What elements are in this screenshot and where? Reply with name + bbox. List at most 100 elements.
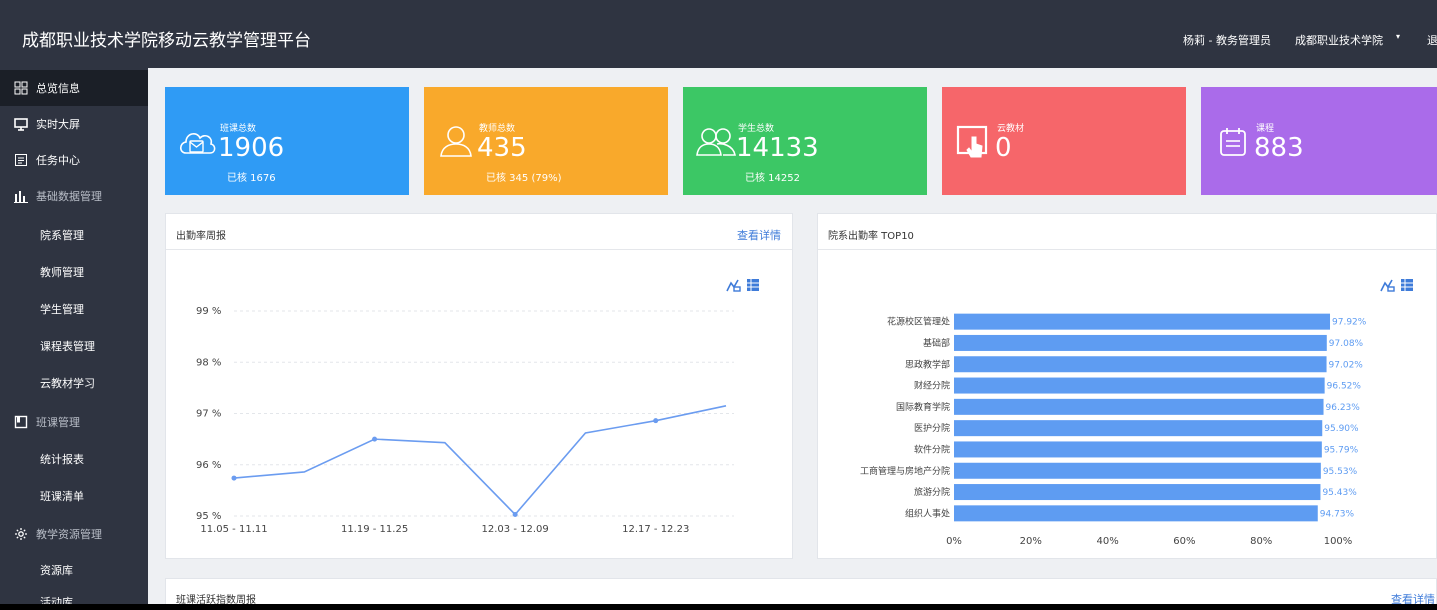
y-tick-label: 96 % xyxy=(196,460,221,471)
stat-card-courses[interactable]: 课程 883 xyxy=(1201,87,1437,195)
user-menu[interactable]: 杨莉 - 教务管理员 xyxy=(1183,32,1271,48)
school-selector[interactable]: 成都职业技术学院 xyxy=(1295,32,1383,48)
category-label: 思政教学部 xyxy=(905,358,950,370)
sidebar-item-resource-library[interactable]: 资源库 xyxy=(0,552,148,588)
value-label: 97.08% xyxy=(1329,339,1364,349)
attendance-weekly-panel: 出勤率周报 查看详情 95 % 96 % 97 % 98 % 99 % 11.05 - 1… xyxy=(165,213,793,559)
value-label: 95.43% xyxy=(1322,488,1357,498)
stat-sub: 已核 1676 xyxy=(227,173,276,184)
screen-bottom-edge xyxy=(0,604,1437,610)
value-label: 95.53% xyxy=(1323,467,1358,477)
sidebar-group-resources[interactable]: 教学资源管理 xyxy=(0,516,148,552)
chevron-down-icon[interactable]: ▾ xyxy=(1396,32,1400,41)
bar xyxy=(954,462,1321,479)
bar xyxy=(954,313,1331,330)
bar xyxy=(954,356,1327,373)
panel-title: 出勤率周报 xyxy=(176,231,226,242)
x-tick-label: 60% xyxy=(1173,536,1195,547)
bar xyxy=(954,505,1318,522)
value-label: 96.52% xyxy=(1327,382,1362,392)
x-tick-label: 100% xyxy=(1324,536,1353,547)
x-tick-label: 0% xyxy=(946,536,962,547)
main-content: 班课总数 1906 已核 1676 教师总数 435 已核 345 (79%) … xyxy=(148,68,1437,610)
sidebar-item-task-center[interactable]: 任务中心 xyxy=(0,142,148,178)
value-label: 95.79% xyxy=(1324,445,1359,455)
category-label: 花源校区管理处 xyxy=(887,316,950,328)
attendance-line-chart: 95 % 96 % 97 % 98 % 99 % 11.05 - 11.11 11.19 -… xyxy=(196,306,734,535)
y-tick-label: 98 % xyxy=(196,357,221,368)
sidebar-item-teachers[interactable]: 教师管理 xyxy=(0,254,148,290)
category-label: 旅游分院 xyxy=(914,486,950,498)
x-tick-label: 11.05 - 11.11 xyxy=(200,524,267,535)
touch-screen-icon xyxy=(954,123,992,161)
category-label: 软件分院 xyxy=(914,443,950,455)
stat-value: 1906 xyxy=(218,133,285,163)
value-label: 95.90% xyxy=(1324,424,1359,434)
data-point xyxy=(372,436,378,442)
sidebar-item-schedule[interactable]: 课程表管理 xyxy=(0,328,148,364)
y-tick-label: 99 % xyxy=(196,306,221,317)
value-label: 96.23% xyxy=(1326,403,1361,413)
stat-card-teachers[interactable]: 教师总数 435 已核 345 (79%) xyxy=(424,87,668,195)
stat-value: 14133 xyxy=(736,133,819,163)
data-point xyxy=(653,418,659,424)
resource-icon xyxy=(14,527,28,541)
stat-card-classes[interactable]: 班课总数 1906 已核 1676 xyxy=(165,87,409,195)
stat-sub: 已核 14252 xyxy=(745,173,800,184)
sidebar-group-class[interactable]: 班课管理 xyxy=(0,404,148,440)
data-point xyxy=(512,511,518,517)
sidebar-group-basic-data[interactable]: 基础数据管理 xyxy=(0,178,148,214)
bar-chart-icon xyxy=(14,189,28,203)
stat-value: 435 xyxy=(477,133,527,163)
bar xyxy=(954,484,1321,501)
value-label: 94.73% xyxy=(1320,509,1355,519)
book-icon xyxy=(14,415,28,429)
sidebar-item-label: 实时大屏 xyxy=(36,118,80,131)
sidebar: 总览信息 实时大屏 任务中心 基础数据管理 院系管理 教师管理 学生管理 课程表… xyxy=(0,68,148,610)
stat-card-students[interactable]: 学生总数 14133 已核 14252 xyxy=(683,87,927,195)
bar xyxy=(954,441,1322,458)
cloud-icon xyxy=(177,123,216,161)
x-tick-label: 20% xyxy=(1020,536,1042,547)
sidebar-item-departments[interactable]: 院系管理 xyxy=(0,217,148,253)
view-details-link[interactable]: 查看详情 xyxy=(737,227,781,243)
category-label: 工商管理与房地产分院 xyxy=(860,465,950,477)
x-tick-label: 12.17 - 12.23 xyxy=(622,524,689,535)
sidebar-item-reports[interactable]: 统计报表 xyxy=(0,441,148,477)
panel-header: 出勤率周报 查看详情 xyxy=(166,214,792,250)
person-icon xyxy=(436,123,474,161)
sidebar-item-label: 总览信息 xyxy=(36,82,80,95)
task-icon xyxy=(14,153,28,167)
x-tick-label: 80% xyxy=(1250,536,1272,547)
category-label: 国际教育学院 xyxy=(896,401,950,413)
sidebar-item-label: 班课管理 xyxy=(36,416,80,429)
bar xyxy=(954,398,1324,415)
bar xyxy=(954,377,1325,394)
stat-sub: 已核 345 (79%) xyxy=(486,173,562,184)
bar xyxy=(954,334,1327,351)
stat-value: 883 xyxy=(1254,133,1304,163)
category-label: 基础部 xyxy=(923,337,950,349)
category-label: 医护分院 xyxy=(914,422,950,434)
x-tick-label: 12.03 - 12.09 xyxy=(482,524,549,535)
grid-icon xyxy=(14,81,28,95)
value-label: 97.92% xyxy=(1332,318,1367,328)
sidebar-item-cloud-textbook[interactable]: 云教材学习 xyxy=(0,365,148,401)
app-title: 成都职业技术学院移动云教学管理平台 xyxy=(22,31,311,51)
x-tick-label: 40% xyxy=(1096,536,1118,547)
sidebar-item-class-list[interactable]: 班课清单 xyxy=(0,478,148,514)
people-icon xyxy=(695,123,736,161)
sidebar-item-overview[interactable]: 总览信息 xyxy=(0,70,148,106)
dept-attendance-top10-panel: 院系出勤率 TOP10 花源校区管理处 97.92% 基础部 97.08% 思政教学部 9… xyxy=(817,213,1437,559)
y-tick-label: 97 % xyxy=(196,409,221,420)
sidebar-item-label: 基础数据管理 xyxy=(36,190,102,203)
sidebar-item-label: 教学资源管理 xyxy=(36,528,102,541)
sidebar-item-big-screen[interactable]: 实时大屏 xyxy=(0,106,148,142)
panel-header: 院系出勤率 TOP10 xyxy=(818,214,1436,250)
value-label: 97.02% xyxy=(1329,360,1364,370)
data-point xyxy=(231,475,237,481)
logout-button[interactable]: 退 xyxy=(1427,32,1437,48)
sidebar-item-students[interactable]: 学生管理 xyxy=(0,291,148,327)
stat-card-cloud-textbook[interactable]: 云教材 0 xyxy=(942,87,1186,195)
calendar-icon xyxy=(1213,123,1251,161)
